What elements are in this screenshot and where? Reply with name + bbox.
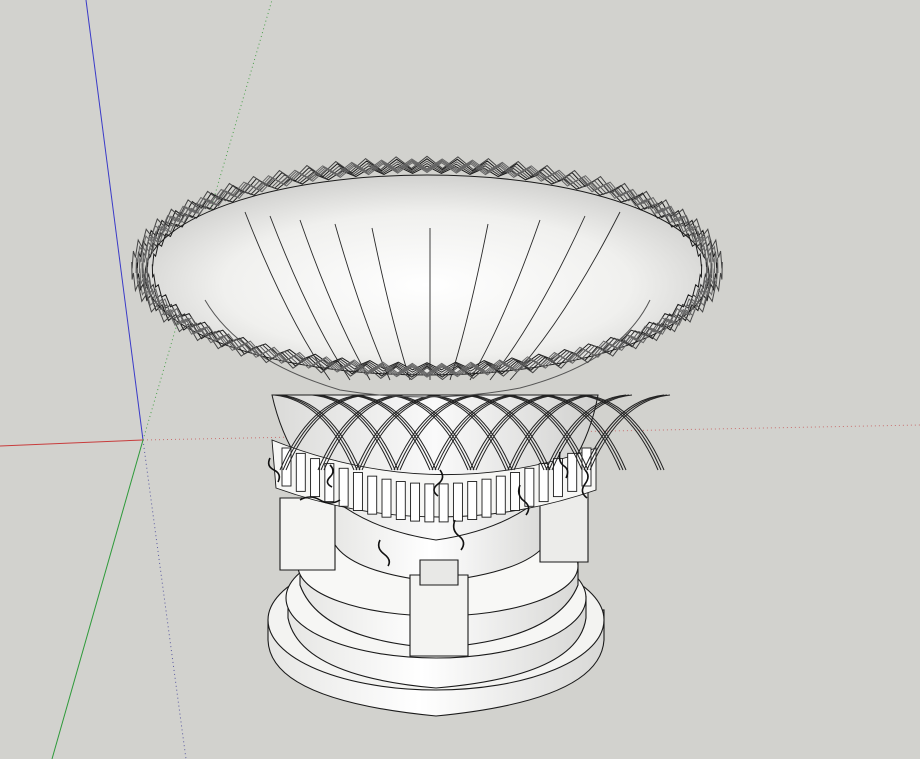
y-axis-line bbox=[51, 439, 144, 759]
slat bbox=[467, 481, 478, 520]
slat bbox=[410, 482, 421, 522]
slat bbox=[452, 482, 463, 522]
slat bbox=[395, 481, 406, 520]
slat bbox=[381, 478, 392, 518]
slat bbox=[295, 452, 306, 492]
z-axis-line bbox=[85, 0, 144, 441]
slat bbox=[524, 467, 535, 507]
scene-canvas[interactable] bbox=[0, 0, 920, 759]
slat bbox=[338, 467, 349, 507]
slat bbox=[281, 447, 292, 487]
x-axis-line bbox=[0, 439, 144, 447]
slat bbox=[481, 478, 492, 518]
model-viewport[interactable] bbox=[0, 0, 920, 759]
slat bbox=[424, 483, 435, 523]
slat bbox=[438, 483, 449, 523]
slat bbox=[310, 458, 321, 498]
z-axis-dotted-line bbox=[142, 439, 187, 759]
slat bbox=[352, 472, 363, 511]
slat bbox=[367, 475, 378, 515]
slat bbox=[495, 475, 506, 515]
slat bbox=[567, 452, 578, 492]
